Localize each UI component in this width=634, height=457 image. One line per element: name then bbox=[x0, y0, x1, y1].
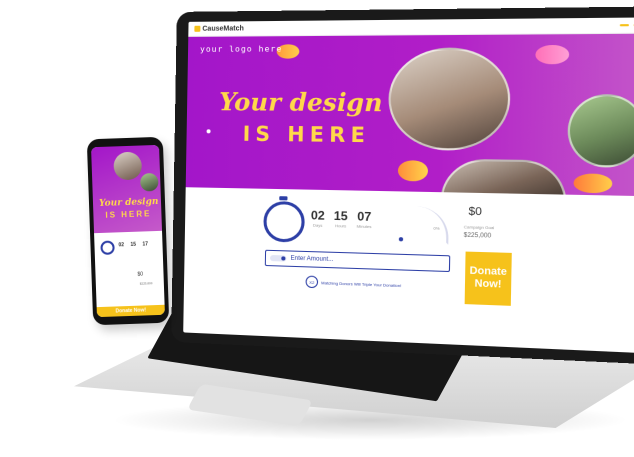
countdown-minutes-unit: Minutes bbox=[356, 223, 372, 230]
amount-placeholder: Enter Amount... bbox=[290, 255, 334, 264]
phone-amount-raised: $0 bbox=[137, 271, 144, 278]
phone-device: Your design IS HERE 02 15 17 $0 $225,000… bbox=[86, 136, 170, 326]
phone-goal-amount: $225,000 bbox=[139, 281, 153, 286]
countdown-minutes-value: 07 bbox=[357, 209, 372, 224]
laptop-screen-frame: CauseMatch your logo here Your design IS… bbox=[171, 6, 634, 366]
phone-title-line1: Your design bbox=[98, 196, 159, 209]
decor-dot bbox=[206, 129, 211, 134]
stopwatch-icon bbox=[263, 200, 305, 243]
phone-screen: Your design IS HERE 02 15 17 $0 $225,000… bbox=[91, 144, 165, 318]
match-text: Matching Donors Will Triple Your Donatio… bbox=[321, 279, 402, 288]
phone-countdown-minutes: 17 bbox=[142, 241, 149, 248]
countdown-days: 02 Days bbox=[311, 208, 325, 228]
currency-toggle[interactable] bbox=[269, 254, 287, 262]
hero-photo-bottom bbox=[440, 158, 568, 197]
donation-panel: 02 Days 15 Hours 07 Minutes 0% $0 Campai… bbox=[183, 187, 634, 349]
brand-name: CauseMatch bbox=[202, 24, 244, 33]
brand-logo[interactable]: CauseMatch bbox=[194, 25, 244, 32]
progress-gauge bbox=[403, 206, 449, 245]
decor-blob bbox=[573, 173, 613, 194]
match-multiplier-badge: X2 bbox=[305, 275, 319, 289]
goal-amount: $225,000 bbox=[463, 232, 492, 240]
phone-hero-photo bbox=[113, 151, 143, 181]
phone-donate-button[interactable]: Donate Now! bbox=[96, 304, 165, 318]
hero-logo-placeholder: your logo here bbox=[199, 44, 283, 54]
countdown-hours-unit: Hours bbox=[334, 223, 347, 229]
countdown-days-unit: Days bbox=[312, 222, 323, 228]
laptop-screen: CauseMatch your logo here Your design IS… bbox=[183, 17, 634, 354]
progress-indicator bbox=[398, 237, 404, 242]
phone-title-line2: IS HERE bbox=[105, 209, 152, 220]
hero-banner: your logo here Your design IS HERE bbox=[185, 33, 634, 197]
countdown-hours: 15 Hours bbox=[334, 209, 348, 229]
hero-photo-side bbox=[567, 94, 634, 168]
phone-stopwatch-icon bbox=[100, 240, 115, 255]
phone-hero-photo-small bbox=[140, 172, 159, 192]
decor-blob bbox=[535, 44, 570, 65]
amount-raised: $0 bbox=[468, 205, 483, 219]
progress-percent: 0% bbox=[433, 225, 440, 231]
hero-title-line1: Your design bbox=[218, 87, 383, 118]
countdown-days-value: 02 bbox=[310, 208, 325, 223]
phone-countdown-hours: 15 bbox=[130, 241, 137, 248]
nav-button-1[interactable] bbox=[619, 24, 630, 27]
amount-input[interactable]: Enter Amount... bbox=[264, 249, 451, 273]
phone-hero: Your design IS HERE bbox=[91, 144, 163, 234]
matching-notice: X2 Matching Donors Will Triple Your Dona… bbox=[305, 275, 402, 292]
phone-countdown-days: 02 bbox=[118, 242, 125, 249]
donate-now-button[interactable]: Donate Now! bbox=[464, 251, 512, 306]
countdown-hours-value: 15 bbox=[333, 208, 348, 224]
hero-title-line2: IS HERE bbox=[242, 121, 371, 148]
decor-blob bbox=[397, 160, 429, 182]
hero-photo-main bbox=[387, 47, 512, 152]
brand-mark-icon bbox=[194, 25, 201, 32]
goal-label: Campaign Goal bbox=[463, 224, 495, 231]
countdown-minutes: 07 Minutes bbox=[357, 209, 372, 229]
